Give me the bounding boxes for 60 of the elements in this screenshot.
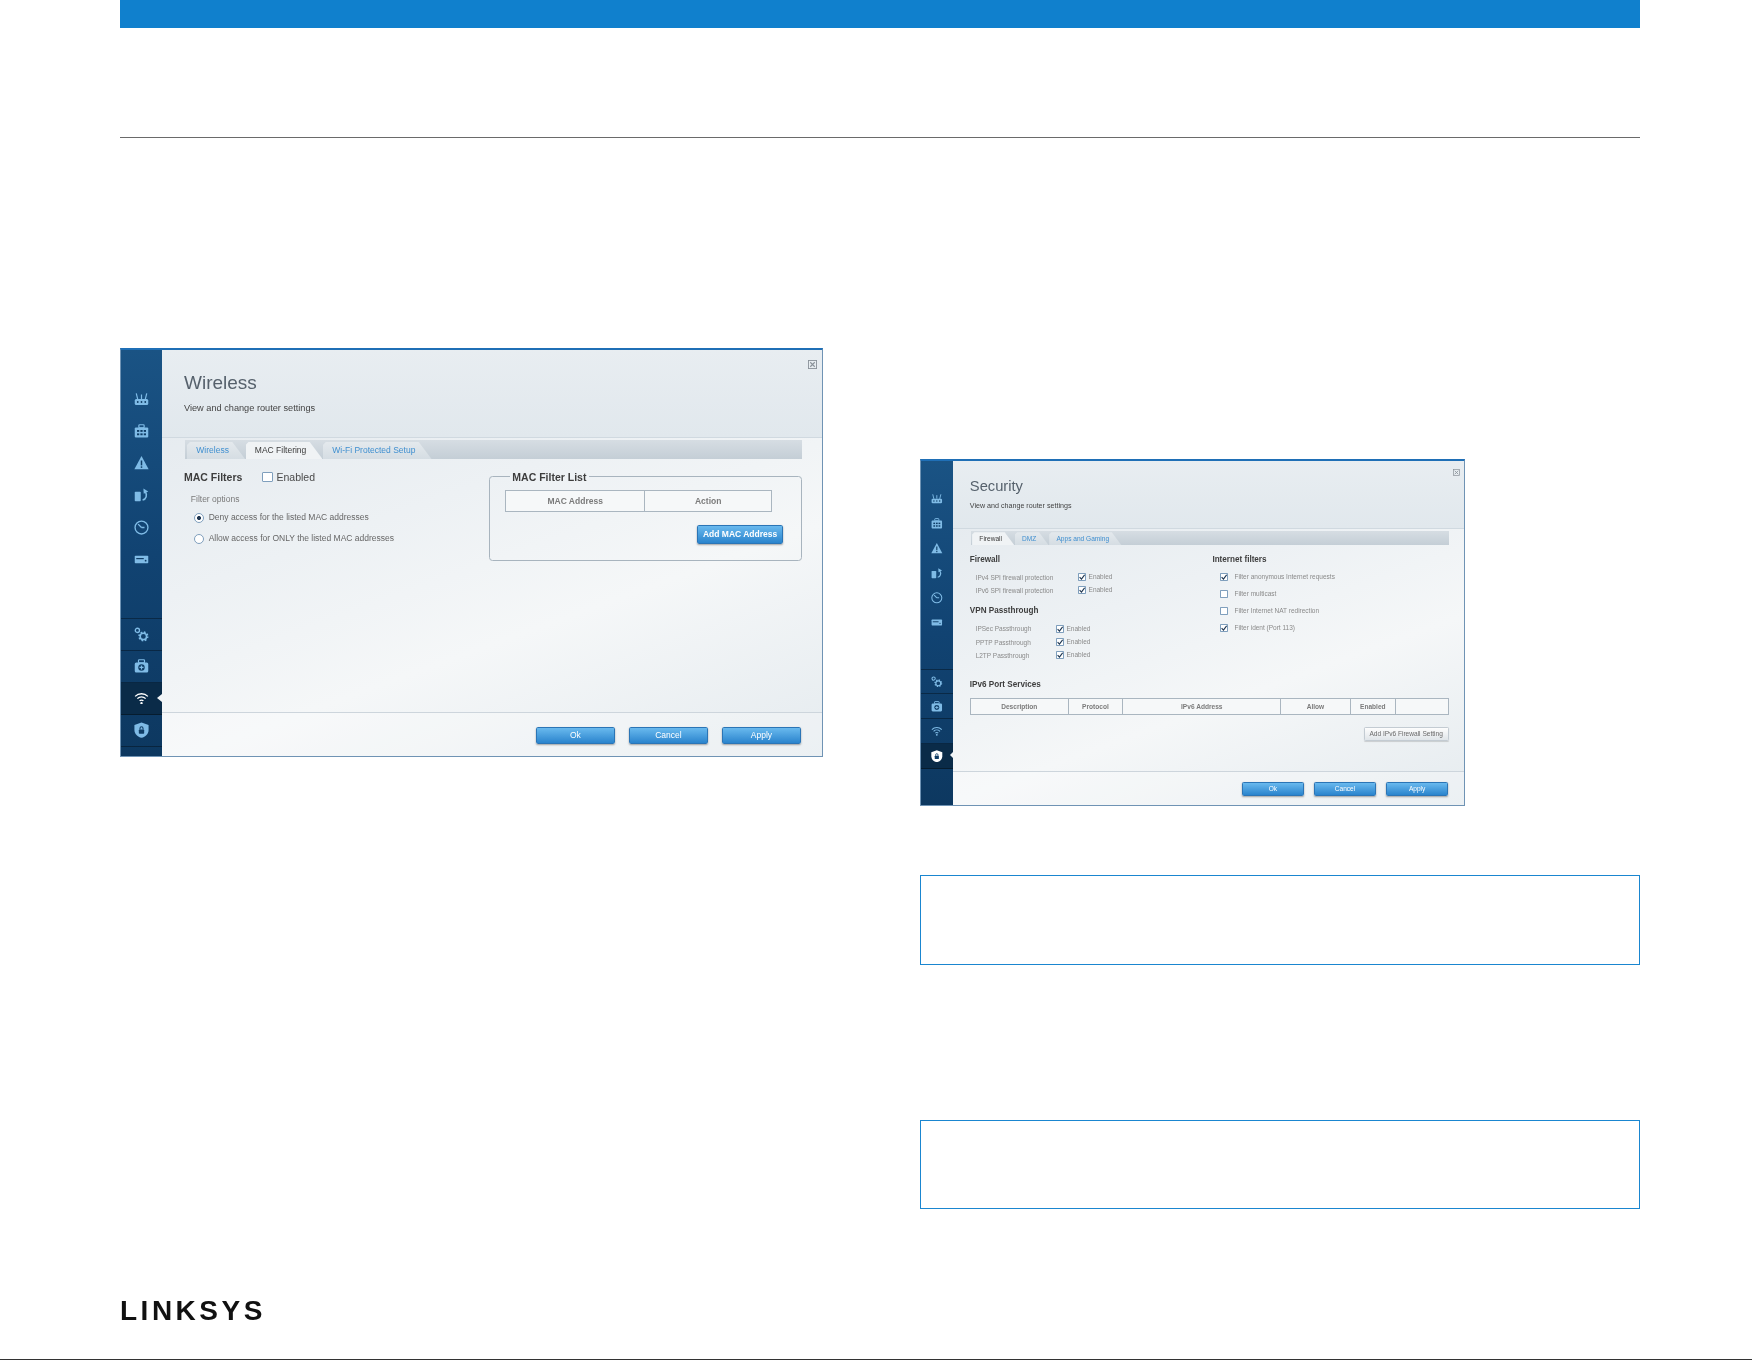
gears-icon <box>931 675 943 688</box>
sidebar-item[interactable] <box>921 744 953 769</box>
checkbox-label: Enabled <box>276 470 316 484</box>
footer-button[interactable]: Ok <box>535 726 615 745</box>
first-aid-kit-icon <box>931 700 943 712</box>
wifi-icon <box>931 726 943 736</box>
page-subtitle: View and change router settings <box>184 402 317 414</box>
brand-logo: LINKSYS <box>120 1297 266 1325</box>
panel-legend: MAC Filter List <box>509 470 590 484</box>
document-arrow-icon <box>931 568 943 579</box>
close-icon[interactable] <box>808 360 817 369</box>
radio-label: Deny access for the listed MAC addresses <box>208 511 369 524</box>
router-icon <box>134 392 149 406</box>
section-heading: Firewall <box>969 554 1002 565</box>
clock-icon <box>931 592 943 604</box>
radio-button[interactable] <box>194 512 204 523</box>
checkbox[interactable] <box>262 471 273 483</box>
tab[interactable]: Wireless <box>187 442 246 459</box>
sidebar-item[interactable] <box>121 683 162 715</box>
checkmark-icon <box>1221 625 1228 632</box>
first-aid-kit-icon <box>134 659 149 674</box>
document-arrow-icon <box>134 488 149 502</box>
group-label: Filter options <box>190 492 241 506</box>
briefcase-icon <box>931 518 943 530</box>
footer-button[interactable]: Apply <box>721 726 801 745</box>
checkbox[interactable] <box>1220 590 1229 599</box>
page-title: Security <box>969 478 1024 496</box>
tab[interactable]: Wi-Fi Protected Setup <box>322 442 432 459</box>
checkbox[interactable] <box>1078 586 1087 595</box>
checkbox[interactable] <box>1220 624 1229 633</box>
column-header: Action <box>644 491 771 512</box>
checkbox[interactable] <box>1078 573 1087 582</box>
section-heading: IPv6 Port Services <box>969 680 1042 691</box>
tab[interactable]: MAC Filtering <box>245 442 323 459</box>
gears-icon <box>134 627 149 642</box>
section-heading: MAC Filters <box>184 470 243 484</box>
radio-button[interactable] <box>194 533 204 544</box>
section-heading: Internet filters <box>1212 554 1268 565</box>
clock-icon <box>134 519 149 535</box>
wifi-icon <box>134 692 149 705</box>
radio-label: Allow access for ONLY the listed MAC addresses <box>208 532 395 545</box>
briefcase-icon <box>134 423 149 439</box>
warning-icon <box>134 456 149 470</box>
warning-icon <box>931 543 943 554</box>
shield-icon <box>931 749 943 763</box>
shield-icon <box>134 722 149 739</box>
page-title: Wireless <box>184 372 258 395</box>
checkbox[interactable] <box>1220 573 1229 582</box>
checkbox[interactable] <box>1056 638 1065 647</box>
footer-button[interactable]: Cancel <box>628 726 708 745</box>
checkbox[interactable] <box>1056 651 1065 660</box>
checkbox[interactable] <box>1056 624 1065 633</box>
router-icon <box>931 494 943 504</box>
drive-icon <box>931 619 943 627</box>
checkbox[interactable] <box>1220 607 1229 616</box>
add-button[interactable]: Add MAC Address <box>697 525 783 544</box>
column-header: MAC Address <box>546 494 604 508</box>
drive-icon <box>134 554 149 564</box>
section-heading: VPN Passthrough <box>969 606 1040 616</box>
checkmark-icon <box>1221 574 1228 581</box>
